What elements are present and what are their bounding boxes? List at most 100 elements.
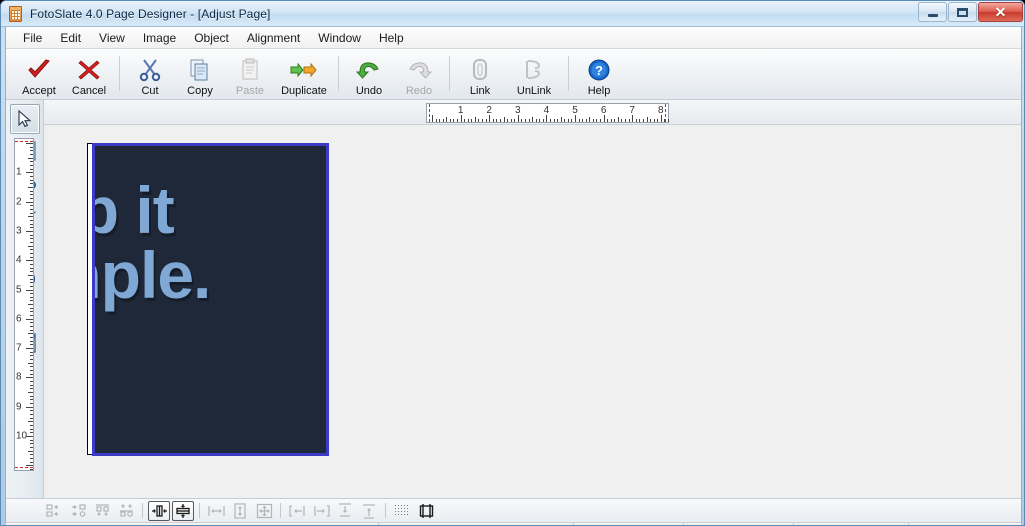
vertical-ruler-band: 1 2 3 4 5 6 7 8 9 10 [6,125,44,498]
vruler-tick [30,388,33,390]
redo-button: Redo [394,51,444,99]
vruler-tick [30,425,33,426]
horizontal-ruler[interactable]: 12345678 [426,103,669,123]
redo-arrow-icon [406,55,432,84]
hruler-tick [464,119,466,122]
menu-help[interactable]: Help [370,28,413,48]
cancel-button[interactable]: Cancel [64,51,114,99]
hruler-tick [657,119,659,122]
menu-alignment[interactable]: Alignment [238,28,309,48]
menu-view[interactable]: View [90,28,134,48]
center-horizontal-on-page-button[interactable] [148,500,170,521]
link-icon [470,55,490,84]
vruler-tick [26,465,33,467]
hruler-tick [607,119,609,122]
hruler-tick [489,115,491,122]
placed-image-object[interactable]: ep itmple. [92,143,329,456]
vruler-label: 8 [16,371,22,383]
ruler-left-margin-marker [429,104,430,122]
center-vertical-on-page-button[interactable] [172,500,194,521]
vruler-tick [30,168,33,170]
menu-edit[interactable]: Edit [51,28,90,48]
alignment-toolbar [6,498,1021,522]
paste-icon [239,55,261,84]
menu-bar: File Edit View Image Object Alignment Wi… [6,27,1021,49]
help-button[interactable]: ? Help [574,51,624,99]
same-width-button [205,501,227,521]
vruler-tick [30,285,33,287]
hruler-tick [621,119,623,122]
undo-arrow-icon [356,55,382,84]
design-canvas[interactable]: ep itmple. [45,125,1021,498]
vruler-tick [30,340,33,342]
vruler-label: 5 [16,284,22,295]
hruler-tick [517,115,519,122]
hruler-tick [557,119,559,122]
window-title: FotoSlate 4.0 Page Designer - [Adjust Pa… [30,6,271,21]
duplicate-button[interactable]: Duplicate [275,51,333,99]
undo-button[interactable]: Undo [344,51,394,99]
maximize-restore-button[interactable] [948,2,977,22]
title-bar: FotoSlate 4.0 Page Designer - [Adjust Pa… [1,1,1024,27]
hruler-tick [467,119,469,122]
vruler-tick [30,446,33,448]
show-page-boundary-button[interactable] [415,501,437,521]
vruler-tick [30,370,33,372]
menu-file[interactable]: File [14,28,51,48]
hruler-tick [549,119,551,122]
align-bottom-button [115,501,137,521]
vertical-ruler[interactable]: 1 2 3 4 5 6 7 8 9 10 [14,138,34,471]
menu-window[interactable]: Window [309,28,370,48]
space-left-button [286,501,308,521]
vruler-label: 9 [16,401,22,413]
menu-object[interactable]: Object [185,28,238,48]
toolbar-separator [119,56,120,91]
minimize-button[interactable] [918,2,947,22]
vruler-tick [30,307,33,309]
hruler-tick [496,119,498,122]
accept-button[interactable]: Accept [14,51,64,99]
vruler-label: 3 [16,225,22,237]
vruler-tick [28,157,33,159]
vruler-tick [26,260,33,262]
vruler-label: 7 [16,342,22,354]
cut-button[interactable]: Cut [125,51,175,99]
page-sheet[interactable]: ep itmple. [87,143,329,456]
vruler-tick [30,197,33,199]
check-icon [26,55,52,84]
vruler-tick [30,205,33,207]
vruler-label: 6 [16,313,22,325]
close-button[interactable]: ✕ [978,2,1023,22]
hruler-tick [499,119,501,122]
vruler-tick [26,436,33,437]
vruler-label: 2 [16,196,22,208]
content-region: T [6,100,1021,498]
menu-image[interactable]: Image [134,28,185,48]
hruler-tick [664,119,666,122]
vruler-tick [30,399,33,401]
vruler-tick [30,164,33,166]
hruler-tick [610,119,612,122]
hruler-tick [478,119,480,122]
link-label: Link [469,85,491,97]
copy-button[interactable]: Copy [175,51,225,99]
hruler-tick [585,119,587,122]
scissors-icon [139,55,161,84]
hruler-tick [474,117,476,122]
hruler-tick [435,119,437,122]
show-grid-button[interactable] [391,501,413,521]
vruler-tick [30,344,33,346]
vruler-tick [30,337,33,339]
vruler-tick [30,263,33,265]
toolbar-separator [449,56,450,91]
close-icon: ✕ [994,4,1007,20]
hruler-tick [596,119,598,122]
vruler-tick [26,377,33,379]
vruler-tick [30,219,33,221]
vruler-tick [30,282,33,284]
hruler-tick [546,115,548,122]
vruler-tick [26,318,33,320]
vruler-label: 4 [16,254,22,266]
fit-both-button [253,501,275,521]
vruler-tick [30,179,33,181]
